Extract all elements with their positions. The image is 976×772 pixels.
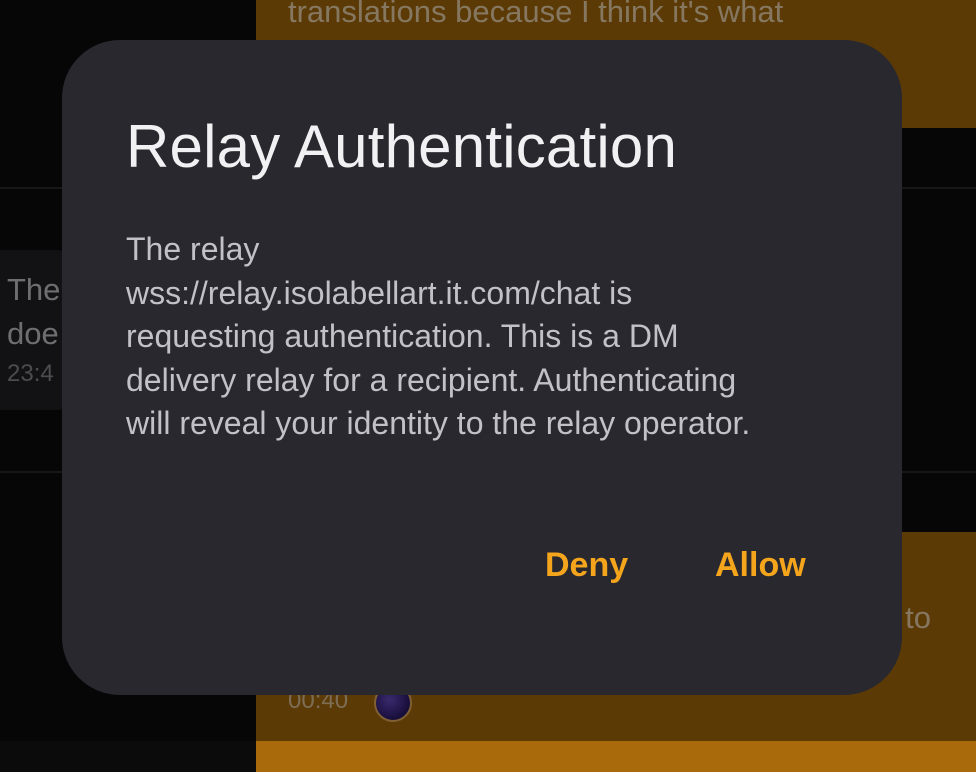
dialog-title: Relay Authentication — [126, 113, 678, 180]
dialog-message-line: wss://relay.isolabellart.it.com/chat is — [126, 274, 633, 311]
dialog-message-line: delivery relay for a recipient. Authenti… — [126, 361, 737, 398]
dialog-message-line: The relay — [126, 231, 260, 267]
allow-button[interactable]: Allow — [715, 546, 806, 585]
relay-auth-dialog: Relay Authentication The relay wss://rel… — [62, 40, 902, 695]
dialog-message-line: will reveal your identity to the relay o… — [126, 405, 751, 441]
deny-button[interactable]: Deny — [545, 546, 628, 585]
dialog-message: The relay wss://relay.isolabellart.it.co… — [126, 228, 846, 446]
dialog-message-line: requesting authentication. This is a DM — [126, 318, 679, 354]
